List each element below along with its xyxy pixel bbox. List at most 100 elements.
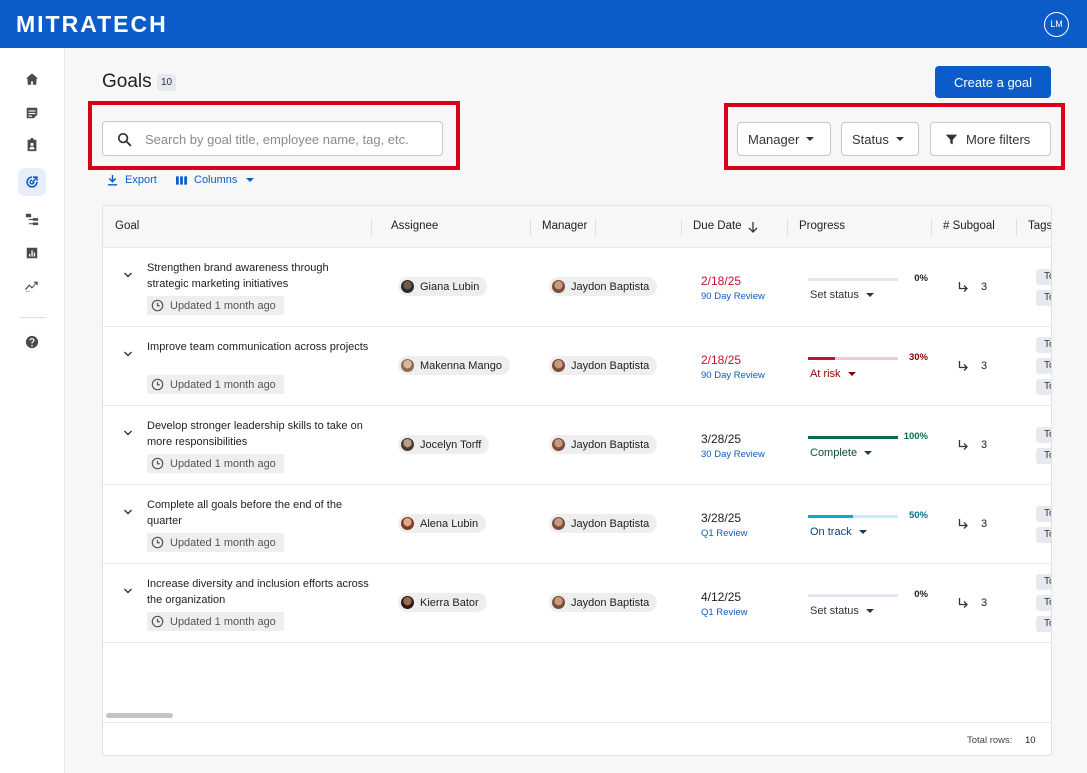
goal-title[interactable]: Complete all goals before the end of the…	[147, 498, 373, 529]
user-avatar[interactable]: LM	[1044, 12, 1069, 37]
review-link[interactable]: Q1 Review	[701, 528, 747, 539]
status-dropdown[interactable]: At risk	[810, 368, 856, 380]
review-link[interactable]: Q1 Review	[701, 607, 747, 618]
subgoal-count: 3	[981, 597, 988, 609]
column-separator[interactable]	[530, 219, 531, 236]
columns-button[interactable]: Columns	[176, 174, 255, 186]
sidebar-divider	[19, 317, 46, 318]
status-filter-dropdown[interactable]: Status	[841, 122, 919, 156]
table-row[interactable]: Strengthen brand awareness through strat…	[103, 248, 1051, 327]
column-separator[interactable]	[787, 219, 788, 236]
table-row[interactable]: Improve team communication across projec…	[103, 327, 1051, 406]
avatar	[401, 517, 414, 530]
column-header-manager[interactable]: Manager	[542, 220, 587, 232]
manager-chip[interactable]: Jaydon Baptista	[549, 356, 658, 375]
tag-chip[interactable]: To	[1036, 527, 1051, 543]
chevron-down-icon[interactable]	[123, 270, 133, 280]
help-icon	[25, 335, 39, 349]
tag-chip[interactable]: To	[1036, 427, 1051, 443]
column-header-tags[interactable]: Tags	[1028, 220, 1051, 232]
sidebar-item-trends[interactable]	[18, 272, 46, 300]
tag-chip[interactable]: To	[1036, 506, 1051, 522]
brand-logo[interactable]: MITRATECH	[16, 11, 168, 38]
search-box[interactable]	[102, 121, 443, 156]
column-separator[interactable]	[371, 219, 372, 236]
goal-title[interactable]: Develop stronger leadership skills to ta…	[147, 419, 373, 450]
download-icon	[107, 174, 118, 186]
assignee-chip[interactable]: Makenna Mango	[398, 356, 510, 375]
tag-chip[interactable]: To	[1036, 290, 1051, 306]
tag-chip[interactable]: To	[1036, 574, 1051, 590]
tag-chip[interactable]: To	[1036, 616, 1051, 632]
funnel-icon	[945, 134, 958, 144]
assignee-chip[interactable]: Jocelyn Torff	[398, 435, 490, 454]
status-dropdown[interactable]: Complete	[810, 447, 873, 459]
column-header-goal[interactable]: Goal	[115, 220, 139, 232]
manager-chip[interactable]: Jaydon Baptista	[549, 277, 658, 296]
status-dropdown[interactable]: Set status	[810, 289, 874, 301]
goal-title[interactable]: Improve team communication across projec…	[147, 340, 373, 356]
assignee-chip[interactable]: Alena Lubin	[398, 514, 487, 533]
table-row[interactable]: Complete all goals before the end of the…	[103, 485, 1051, 564]
sidebar-item-help[interactable]	[18, 328, 46, 356]
tag-chip[interactable]: To	[1036, 358, 1051, 374]
column-separator[interactable]	[1016, 219, 1017, 236]
tag-chip[interactable]: To	[1036, 269, 1051, 285]
assignee-chip[interactable]: Kierra Bator	[398, 593, 487, 612]
due-date: 3/28/25	[701, 511, 742, 525]
chevron-down-icon[interactable]	[123, 428, 133, 438]
clock-icon	[151, 536, 164, 549]
updated-chip: Updated 1 month ago	[147, 454, 284, 473]
manager-chip[interactable]: Jaydon Baptista	[549, 514, 658, 533]
subgoal-arrow-icon	[958, 440, 968, 450]
subgoal-count: 3	[981, 518, 988, 530]
tag-chip[interactable]: To	[1036, 448, 1051, 464]
sidebar-item-clipboard[interactable]	[18, 131, 46, 159]
org-chart-icon	[25, 213, 39, 226]
sidebar-item-goals[interactable]	[18, 168, 46, 196]
updated-label: Updated 1 month ago	[170, 457, 276, 470]
create-goal-button[interactable]: Create a goal	[935, 66, 1051, 98]
chevron-down-icon[interactable]	[123, 349, 133, 359]
manager-filter-dropdown[interactable]: Manager	[737, 122, 831, 156]
review-link[interactable]: 90 Day Review	[701, 291, 765, 302]
goal-title[interactable]: Increase diversity and inclusion efforts…	[147, 577, 373, 608]
home-icon	[25, 73, 39, 85]
chevron-down-icon[interactable]	[123, 586, 133, 596]
table-row[interactable]: Develop stronger leadership skills to ta…	[103, 406, 1051, 485]
review-link[interactable]: 90 Day Review	[701, 370, 765, 381]
progress-fill	[808, 357, 835, 360]
assignee-chip[interactable]: Giana Lubin	[398, 277, 488, 296]
review-link[interactable]: 30 Day Review	[701, 449, 765, 460]
sidebar-item-home[interactable]	[18, 65, 46, 93]
horizontal-scrollbar[interactable]	[106, 713, 173, 718]
column-separator[interactable]	[595, 219, 596, 236]
column-header-assignee[interactable]: Assignee	[391, 220, 438, 232]
progress-fill	[808, 515, 853, 518]
sort-arrow-down-icon[interactable]	[748, 222, 758, 233]
tag-chip[interactable]: To	[1036, 337, 1051, 353]
status-dropdown[interactable]: Set status	[810, 605, 874, 617]
column-header-due-date[interactable]: Due Date	[693, 220, 742, 232]
column-separator[interactable]	[681, 219, 682, 236]
sidebar-item-reports[interactable]	[18, 239, 46, 267]
column-header-progress[interactable]: Progress	[799, 220, 845, 232]
tag-chip[interactable]: To	[1036, 379, 1051, 395]
sidebar-item-notes[interactable]	[18, 99, 46, 127]
progress-bar	[808, 515, 898, 518]
goal-title[interactable]: Strengthen brand awareness through strat…	[147, 261, 373, 292]
search-input[interactable]	[145, 129, 435, 149]
table-row[interactable]: Increase diversity and inclusion efforts…	[103, 564, 1051, 643]
column-header-subgoal[interactable]: # Subgoal	[943, 220, 995, 232]
notes-icon	[26, 107, 38, 119]
more-filters-button[interactable]: More filters	[930, 122, 1051, 156]
sidebar-item-org-chart[interactable]	[18, 205, 46, 233]
chevron-down-icon[interactable]	[123, 507, 133, 517]
status-dropdown[interactable]: On track	[810, 526, 867, 538]
export-button[interactable]: Export	[107, 174, 157, 186]
manager-chip[interactable]: Jaydon Baptista	[549, 593, 658, 612]
progress-bar	[808, 436, 898, 439]
manager-chip[interactable]: Jaydon Baptista	[549, 435, 658, 454]
tag-chip[interactable]: To	[1036, 595, 1051, 611]
column-separator[interactable]	[931, 219, 932, 236]
